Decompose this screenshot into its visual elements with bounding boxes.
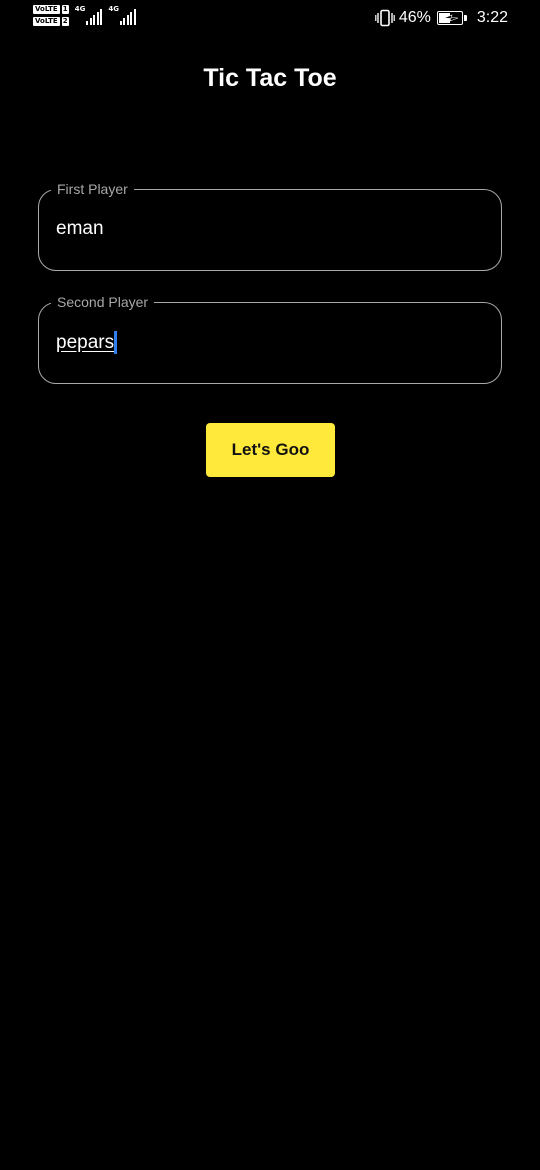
second-player-value: pepars xyxy=(56,331,115,353)
sim1-number: 1 xyxy=(61,5,69,14)
volte-indicators: VoLTE 1 VoLTE 2 xyxy=(33,5,69,26)
clock: 3:22 xyxy=(476,9,508,26)
second-player-label: Second Player xyxy=(51,293,155,311)
signal-icon: 4G xyxy=(75,5,103,25)
signal-icon: 4G xyxy=(108,5,136,25)
sim2-volte: VoLTE 2 xyxy=(33,17,69,26)
network-type-2: 4G xyxy=(108,5,119,13)
network-type-1: 4G xyxy=(74,5,86,13)
page-title: Tic Tac Toe xyxy=(203,64,337,92)
text-cursor xyxy=(114,331,118,354)
sim1-volte: VoLTE 1 xyxy=(33,5,69,14)
status-bar-left: VoLTE 1 VoLTE 2 4G 4G xyxy=(33,5,136,26)
battery-charging-icon xyxy=(436,10,467,26)
status-bar-right: 46% 3:22 xyxy=(375,9,508,27)
first-player-value: eman xyxy=(56,218,104,239)
first-player-input[interactable]: eman xyxy=(56,218,104,240)
app-screen: VoLTE 1 VoLTE 2 4G 4G 46% 3:22 Tic Tac T… xyxy=(0,0,540,1170)
volte-icon: VoLTE xyxy=(33,5,60,14)
status-bar: VoLTE 1 VoLTE 2 4G 4G 46% 3:22 xyxy=(0,0,540,38)
battery-percent: 46% xyxy=(398,9,431,26)
sim2-number: 2 xyxy=(61,17,69,26)
lets-goo-button[interactable]: Let's Goo xyxy=(206,423,335,477)
second-player-field[interactable]: Second Player pepars xyxy=(38,293,502,384)
first-player-field[interactable]: First Player eman xyxy=(38,180,502,271)
first-player-label: First Player xyxy=(51,180,134,198)
vibrate-icon xyxy=(375,9,395,27)
second-player-input[interactable]: pepars xyxy=(56,331,118,354)
volte-icon: VoLTE xyxy=(33,17,60,26)
